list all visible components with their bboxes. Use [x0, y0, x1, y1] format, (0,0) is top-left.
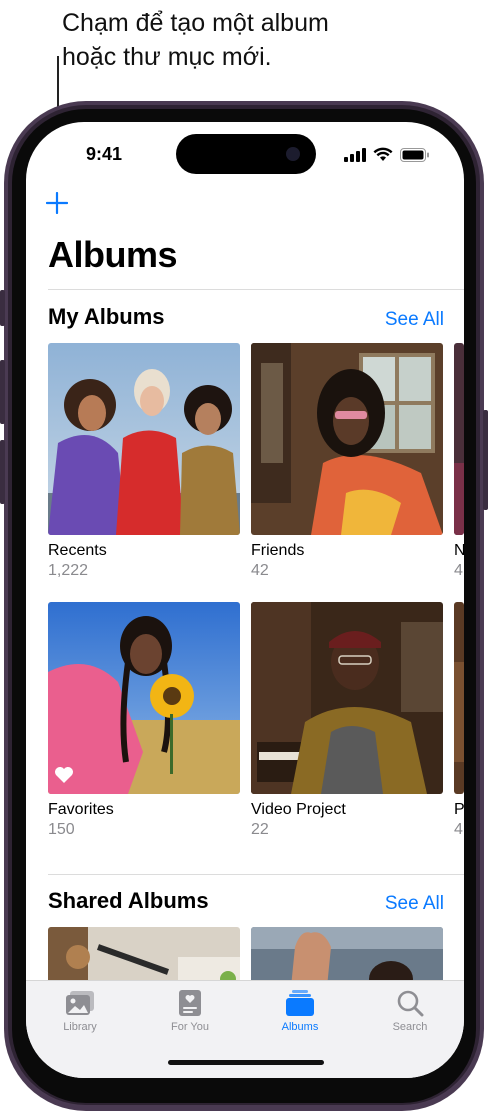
recents-photo — [48, 343, 240, 535]
status-time: 9:41 — [86, 144, 123, 164]
album-label-recents: Recents — [48, 542, 107, 559]
tab-albums-label: Albums — [281, 1021, 319, 1033]
album-thumb-favorites[interactable] — [48, 602, 240, 794]
tab-for-you-label: For You — [171, 1021, 209, 1033]
callout-text: Chạm để tạo một album hoặc thư mục mới. — [62, 6, 329, 74]
my-albums-title: My Albums — [48, 304, 165, 329]
friends-photo — [251, 343, 443, 535]
album-label-partial-2: P — [454, 801, 464, 818]
tab-search[interactable]: Search — [365, 989, 455, 1033]
album-label-friends: Friends — [251, 542, 305, 559]
shared-albums-title: Shared Albums — [48, 888, 209, 913]
album-count-partial-2: 4 — [454, 821, 463, 838]
album-thumb-recents[interactable] — [48, 343, 240, 535]
tab-library-label: Library — [63, 1021, 97, 1033]
search-icon — [397, 990, 424, 1017]
album-thumb-partial-2[interactable] — [454, 602, 464, 794]
photo-library-icon — [66, 991, 94, 1015]
shared-album-thumb-2[interactable] — [251, 927, 443, 987]
album-count-partial-1: 4 — [454, 562, 463, 579]
album-count-video-project: 22 — [251, 821, 269, 838]
partial-photo-2 — [454, 602, 464, 794]
section-divider — [48, 874, 464, 875]
album-thumb-friends[interactable] — [251, 343, 443, 535]
for-you-icon — [179, 990, 201, 1016]
album-label-favorites: Favorites — [48, 801, 114, 818]
albums-icon — [286, 990, 314, 1016]
callout-line-1: Chạm để tạo một album — [62, 9, 329, 37]
tab-albums[interactable]: Albums — [255, 989, 345, 1033]
page-title: Albums — [48, 234, 178, 275]
shared-photo-1 — [48, 927, 240, 987]
shared-album-thumb-1[interactable] — [48, 927, 240, 987]
screen: 9:41 Albums My Albums See All Recents 1,… — [26, 122, 464, 1078]
album-thumb-partial-1[interactable] — [454, 343, 464, 535]
dynamic-island — [176, 134, 316, 174]
album-count-recents: 1,222 — [48, 562, 89, 579]
video-project-photo — [251, 602, 443, 794]
album-label-partial-1: N — [454, 542, 464, 559]
status-icons — [344, 147, 430, 162]
favorites-photo — [48, 602, 240, 794]
album-count-friends: 42 — [251, 562, 269, 579]
tab-library[interactable]: Library — [35, 989, 125, 1033]
album-label-video-project: Video Project — [251, 801, 346, 818]
partial-photo-1 — [454, 343, 464, 535]
album-thumb-video-project[interactable] — [251, 602, 443, 794]
volume-up-button — [0, 360, 5, 424]
title-divider — [48, 289, 464, 290]
action-button — [0, 290, 5, 326]
volume-down-button — [0, 440, 5, 504]
plus-icon — [45, 191, 69, 215]
album-count-favorites: 150 — [48, 821, 75, 838]
cellular-signal-icon — [344, 147, 366, 162]
add-album-button[interactable] — [44, 191, 70, 218]
battery-icon — [400, 147, 429, 162]
shared-photo-2 — [251, 927, 443, 987]
callout-line-2: hoặc thư mục mới. — [62, 43, 272, 71]
home-indicator[interactable] — [168, 1060, 324, 1065]
tab-search-label: Search — [392, 1021, 428, 1033]
camera-icon — [286, 147, 300, 161]
heart-icon — [54, 766, 76, 788]
my-albums-see-all[interactable]: See All — [385, 309, 444, 331]
wifi-icon — [373, 147, 393, 161]
tab-for-you[interactable]: For You — [145, 989, 235, 1033]
shared-albums-see-all[interactable]: See All — [385, 893, 444, 915]
side-button — [483, 410, 488, 510]
